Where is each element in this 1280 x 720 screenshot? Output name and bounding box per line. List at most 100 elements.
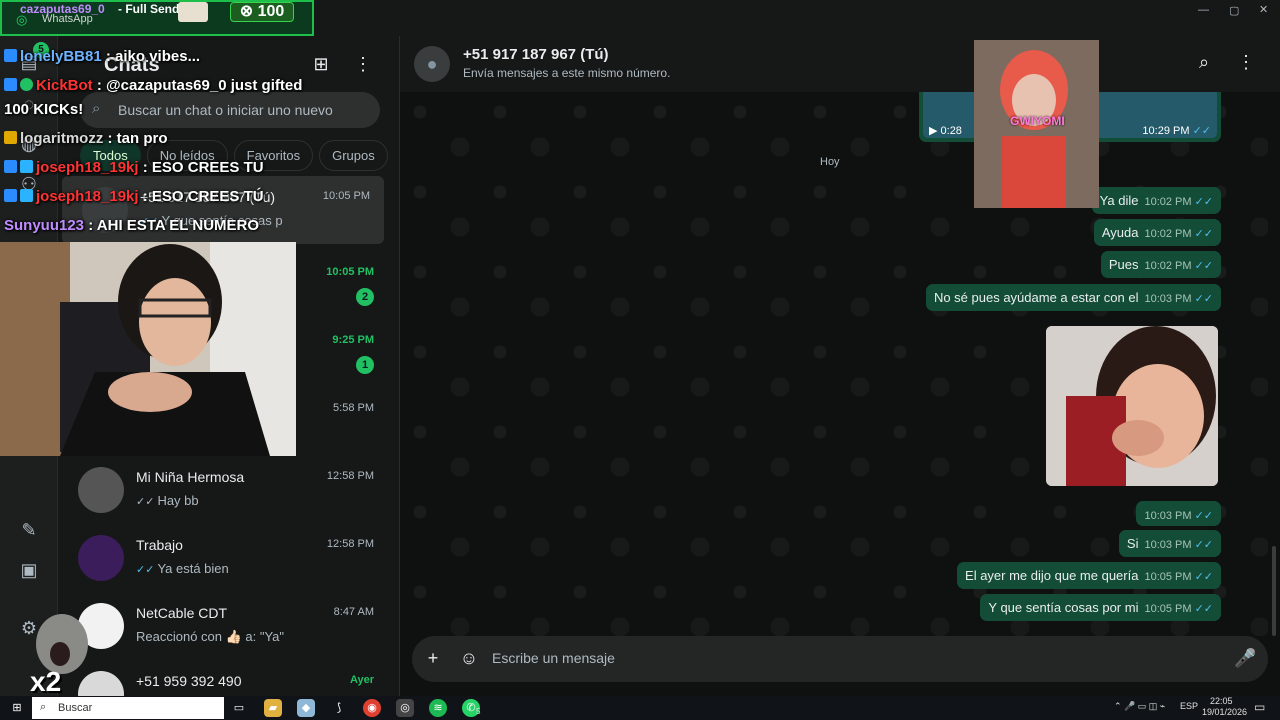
shirt-icon xyxy=(178,2,208,22)
delivered-tick-icon: ✓✓ xyxy=(136,496,155,508)
message-bubble[interactable]: Ya dile 10:02 PM ✓✓ xyxy=(1091,187,1221,214)
message-bubble[interactable]: Pues 10:02 PM ✓✓ xyxy=(1100,251,1221,278)
video-duration: ▶ 0:28 xyxy=(929,125,962,137)
gift-badge-icon xyxy=(20,160,33,173)
webcam-overlay xyxy=(0,242,296,456)
microphone-icon[interactable]: 🎤 xyxy=(1234,648,1256,669)
message-bubble[interactable]: El ayer me dijo que me quería 10:05 PM ✓✓ xyxy=(957,562,1221,589)
search-placeholder: Buscar un chat o iniciar uno nuevo xyxy=(118,102,333,118)
close-button[interactable]: ✕ xyxy=(1259,3,1268,25)
message-bubble[interactable]: No sé pues ayúdame a estar con el 10:03 P… xyxy=(925,284,1221,311)
chat-name: Trabajo xyxy=(136,537,183,553)
crown-badge-icon xyxy=(4,131,17,144)
chat-time: Ayer xyxy=(349,674,374,686)
chat-item-51959[interactable]: +51 959 392 490 Ayer xyxy=(58,660,388,696)
chat-item-netcable[interactable]: NetCable CDT Reaccionó con 👍🏻 a: "Ya" 8:… xyxy=(58,592,388,660)
file-explorer-icon[interactable]: ▰ xyxy=(264,699,282,717)
edit-icon[interactable]: ✎ xyxy=(17,518,41,542)
new-chat-icon[interactable]: ⊞ xyxy=(309,52,333,76)
search-input[interactable]: ⌕ Buscar un chat o iniciar uno nuevo xyxy=(80,92,380,128)
media-icon[interactable]: ▣ xyxy=(17,558,41,582)
chat-item-trabajo[interactable]: Trabajo ✓✓ Ya está bien 12:58 PM xyxy=(58,524,388,592)
spotify-icon[interactable]: ≋ xyxy=(429,699,447,717)
image-message[interactable] xyxy=(1046,326,1218,486)
chat-time: 9:25 PM xyxy=(332,334,374,346)
notifications-icon[interactable]: ▭ xyxy=(1254,700,1265,714)
whatsapp-logo-icon: ◎ xyxy=(16,12,28,27)
day-separator: Hoy xyxy=(820,156,840,168)
stream-chat-line: KickBot : @cazaputas69_0 just gifted xyxy=(4,77,302,94)
unread-badge: 1 xyxy=(356,356,374,374)
sub-badge-icon xyxy=(4,189,17,202)
scrollbar[interactable] xyxy=(1272,96,1276,636)
verified-badge-icon xyxy=(20,78,33,91)
message-bubble[interactable]: 10:03 PM ✓✓ xyxy=(1136,501,1221,526)
sticker-icon[interactable]: ☺ xyxy=(458,648,480,669)
contact-name: +51 917 187 967 (Tú) xyxy=(463,46,609,63)
tray-icons[interactable]: ⌃ 🎤 ▭ ◫ ⌁ xyxy=(1114,701,1165,712)
message-composer[interactable]: + ☺ Escribe un mensaje 🎤 xyxy=(412,636,1268,682)
emote-multiplier: x2 xyxy=(30,666,62,697)
chat-time: 5:58 PM xyxy=(333,402,374,414)
chat-time: 8:47 AM xyxy=(333,606,374,618)
gift-action: - Full Send xyxy=(118,2,180,16)
gift-badge-icon xyxy=(20,189,33,202)
video-preview-overlay: GWIYOMI xyxy=(974,40,1099,208)
chat-item-mi-nina-hermosa[interactable]: Mi Niña Hermosa ✓✓ Hay bb 12:58 PM xyxy=(58,456,388,524)
stream-chat-line: joseph18_19kj : ESO CREES TÚ xyxy=(4,188,264,205)
chat-name: +51 959 392 490 xyxy=(136,673,242,689)
avatar xyxy=(78,535,124,581)
menu-icon[interactable]: ⋮ xyxy=(351,52,375,76)
composer-placeholder: Escribe un mensaje xyxy=(492,650,615,666)
chat-time: 12:58 PM xyxy=(326,538,374,550)
stream-chat-line: logaritmozz : tan pro xyxy=(4,130,168,147)
contact-avatar-icon[interactable]: ● xyxy=(414,46,450,82)
search-icon[interactable]: ⌕ xyxy=(1192,52,1216,73)
stream-chat-line: lonelyBB81 : aiko vibes... xyxy=(4,48,200,65)
clock-date[interactable]: 19/01/2026 xyxy=(1202,707,1247,717)
message-bubble[interactable]: Si 10:03 PM ✓✓ xyxy=(1118,530,1221,557)
chrome-icon[interactable]: ◉ xyxy=(363,699,381,717)
scrollbar-thumb[interactable] xyxy=(1272,546,1276,636)
search-icon: ⌕ xyxy=(92,100,101,117)
taskbar-search-input[interactable]: ⌕ Buscar xyxy=(32,697,224,719)
task-view-icon[interactable]: ▭ xyxy=(230,699,248,717)
windows-taskbar: ⊞ ⌕ Buscar ▭ ▰ ◆ ⟆ ◉ ◎ ≋ ✆ 5 ⌃ 🎤 ▭ ◫ ⌁ ES… xyxy=(0,696,1280,720)
app-label: WhatsApp xyxy=(42,13,93,25)
app-icon[interactable]: ◆ xyxy=(297,699,315,717)
streamer-webcam-image xyxy=(0,242,296,456)
sub-badge-icon xyxy=(4,160,17,173)
sub-badge-icon xyxy=(4,49,17,62)
chat-preview: ✓✓ Hay bb xyxy=(136,493,199,508)
message-bubble[interactable]: Y que sentía cosas por mi 10:05 PM ✓✓ xyxy=(980,594,1221,621)
stream-chat-line: joseph18_19kj : ESO CREES TU xyxy=(4,159,264,176)
minimize-button[interactable]: — xyxy=(1198,4,1209,26)
message-time: 10:29 PM ✓✓ xyxy=(1142,125,1211,137)
attach-plus-icon[interactable]: + xyxy=(422,648,444,669)
kick-count: ⊗ 100 xyxy=(230,2,294,22)
chat-time: 12:58 PM xyxy=(326,470,374,482)
menu-icon[interactable]: ⋮ xyxy=(1234,52,1258,73)
contact-subtitle: Envía mensajes a este mismo número. xyxy=(463,66,671,80)
whatsapp-badge: 5 xyxy=(476,707,481,716)
obs-icon[interactable]: ◎ xyxy=(396,699,414,717)
start-icon[interactable]: ⊞ xyxy=(8,699,26,717)
chat-name: Mi Niña Hermosa xyxy=(136,469,245,485)
conversation-header[interactable]: ● +51 917 187 967 (Tú) Envía mensajes a … xyxy=(400,36,1280,92)
clock-time[interactable]: 22:05 xyxy=(1210,696,1233,706)
language-indicator[interactable]: ESP xyxy=(1180,701,1198,711)
conversation-panel: ● +51 917 187 967 (Tú) Envía mensajes a … xyxy=(400,36,1280,696)
maximize-button[interactable]: ▢ xyxy=(1229,4,1239,26)
read-tick-icon: ✓✓ xyxy=(136,564,155,576)
emote-overlay: x2 xyxy=(30,610,92,697)
chat-name: NetCable CDT xyxy=(136,605,228,621)
message-bubble[interactable]: Ayuda 10:02 PM ✓✓ xyxy=(1093,219,1221,246)
chat-preview: ✓✓ Ya está bien xyxy=(136,561,229,576)
chat-preview: Reaccionó con 👍🏻 a: "Ya" xyxy=(136,629,285,644)
filter-grupos[interactable]: Grupos xyxy=(319,140,388,171)
app-icon[interactable]: ⟆ xyxy=(330,699,348,717)
chat-time: 10:05 PM xyxy=(326,266,374,278)
search-icon: ⌕ xyxy=(40,701,47,713)
tiktok-caption: GWIYOMI xyxy=(1010,114,1065,128)
stream-chat-line: 100 KICKs! xyxy=(4,101,84,118)
